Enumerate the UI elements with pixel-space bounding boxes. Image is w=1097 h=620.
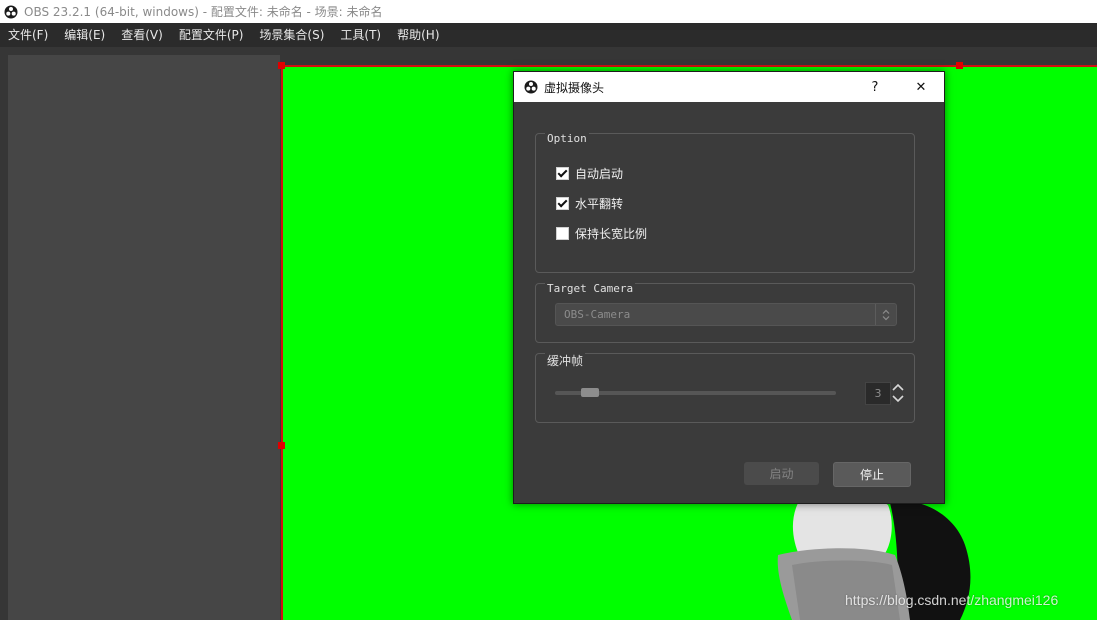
keep-aspect-checkbox-row[interactable]: 保持长宽比例 xyxy=(556,225,647,242)
resize-handle-top[interactable] xyxy=(956,62,963,69)
target-camera-group-label: Target Camera xyxy=(545,282,636,295)
obs-logo-icon xyxy=(524,80,538,94)
dialog-titlebar: 虚拟摄像头 ? ✕ xyxy=(514,72,944,102)
window-titlebar: OBS 23.2.1 (64-bit, windows) - 配置文件: 未命名… xyxy=(0,0,1097,23)
buffer-frames-group: 缓冲帧 3 xyxy=(535,352,915,423)
keep-aspect-checkbox[interactable] xyxy=(556,227,569,240)
stop-button[interactable]: 停止 xyxy=(833,462,911,487)
virtual-camera-dialog: 虚拟摄像头 ? ✕ Option 自动启动 水平翻转 保持长宽比例 Target… xyxy=(513,71,945,504)
horizontal-flip-checkbox[interactable] xyxy=(556,197,569,210)
auto-start-checkbox[interactable] xyxy=(556,167,569,180)
keep-aspect-label: 保持长宽比例 xyxy=(575,227,648,241)
close-button[interactable]: ✕ xyxy=(898,72,944,102)
menu-bar: 文件(F) 编辑(E) 查看(V) 配置文件(P) 场景集合(S) 工具(T) … xyxy=(0,23,1097,47)
obs-logo-icon xyxy=(4,5,18,18)
target-camera-value: OBS-Camera xyxy=(564,308,631,321)
buffer-slider-handle[interactable] xyxy=(581,388,600,397)
start-button[interactable]: 启动 xyxy=(744,462,819,485)
menu-file[interactable]: 文件(F) xyxy=(0,23,56,47)
window-title: OBS 23.2.1 (64-bit, windows) - 配置文件: 未命名… xyxy=(24,5,383,19)
option-group-label: Option xyxy=(545,132,589,145)
selection-border-left xyxy=(281,65,283,620)
resize-handle-top-left[interactable] xyxy=(278,62,285,69)
menu-help[interactable]: 帮助(H) xyxy=(389,23,447,47)
buffer-frames-group-label: 缓冲帧 xyxy=(545,352,586,369)
menu-edit[interactable]: 编辑(E) xyxy=(56,23,113,47)
preview-left-panel xyxy=(8,55,280,620)
updown-chevron-icon xyxy=(875,304,896,325)
buffer-frames-spinbox[interactable]: 3 xyxy=(865,382,891,405)
menu-scene-collection[interactable]: 场景集合(S) xyxy=(251,23,332,47)
menu-profile[interactable]: 配置文件(P) xyxy=(171,23,252,47)
auto-start-label: 自动启动 xyxy=(575,167,624,181)
horizontal-flip-checkbox-row[interactable]: 水平翻转 xyxy=(556,195,623,212)
auto-start-checkbox-row[interactable]: 自动启动 xyxy=(556,165,623,182)
spin-arrows-icon[interactable] xyxy=(890,382,906,404)
watermark-text: https://blog.csdn.net/zhangmei126 xyxy=(845,592,1059,608)
dialog-title: 虚拟摄像头 xyxy=(544,80,605,95)
menu-view[interactable]: 查看(V) xyxy=(113,23,171,47)
target-camera-group: Target Camera OBS-Camera xyxy=(535,282,915,343)
target-camera-select[interactable]: OBS-Camera xyxy=(555,303,897,326)
selection-border-top xyxy=(281,65,1097,67)
resize-handle-left[interactable] xyxy=(278,442,285,449)
help-button[interactable]: ? xyxy=(852,72,898,102)
option-group: Option 自动启动 水平翻转 保持长宽比例 xyxy=(535,132,915,273)
menu-tools[interactable]: 工具(T) xyxy=(332,23,389,47)
horizontal-flip-label: 水平翻转 xyxy=(575,197,624,211)
